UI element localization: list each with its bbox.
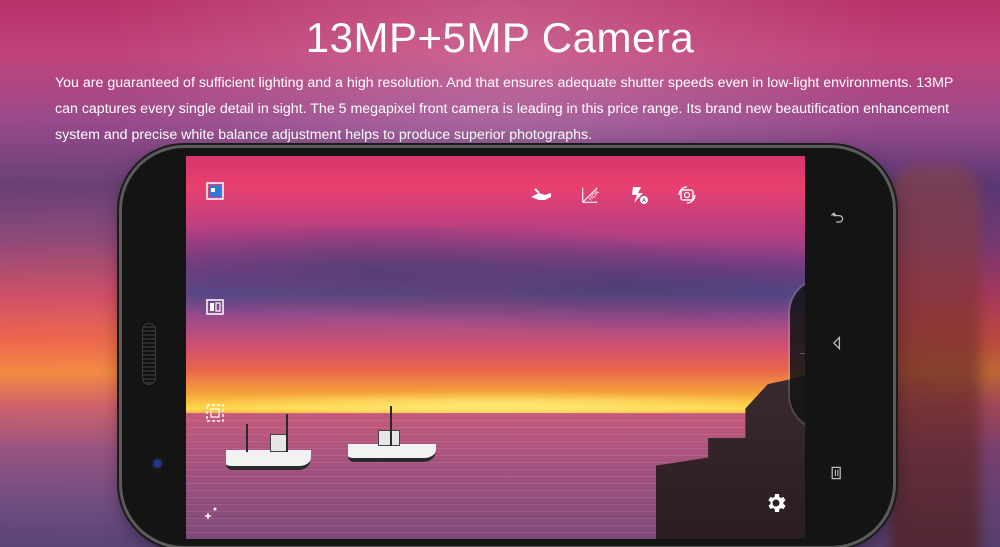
svg-text:HDR: HDR <box>588 190 601 203</box>
svg-text:A: A <box>642 198 646 204</box>
page-title: 13MP+5MP Camera <box>305 14 695 61</box>
hdr-icon[interactable]: HDR <box>578 184 602 206</box>
phone-device: HDR A <box>122 148 893 546</box>
capture-control-panel <box>790 279 805 429</box>
feature-description: You are guaranteed of sufficient lightin… <box>55 75 954 143</box>
aperture-shutter-icon[interactable] <box>799 289 805 339</box>
menu-icon[interactable] <box>822 463 852 487</box>
fishing-boat-left <box>226 414 316 474</box>
beauty-hand-icon[interactable] <box>526 184 556 206</box>
fishing-boat-right <box>348 406 438 468</box>
back-icon[interactable] <box>822 208 852 232</box>
android-nav-bar <box>822 208 852 488</box>
film-strip-icon[interactable] <box>204 296 226 318</box>
home-icon[interactable] <box>822 333 852 357</box>
sparkle-icon[interactable] <box>200 502 222 524</box>
settings-gear-icon[interactable] <box>764 491 788 515</box>
sky-clouds <box>186 226 805 336</box>
switch-camera-icon[interactable] <box>676 184 698 206</box>
front-camera-lens <box>154 460 161 467</box>
earpiece-speaker <box>142 323 156 385</box>
background-lighthouse-blur <box>890 165 980 547</box>
camera-viewfinder[interactable]: HDR A <box>186 156 805 539</box>
flash-auto-icon[interactable]: A <box>628 184 650 206</box>
grid-frame-icon[interactable] <box>204 402 226 424</box>
gallery-thumbnail-icon[interactable] <box>204 180 226 202</box>
